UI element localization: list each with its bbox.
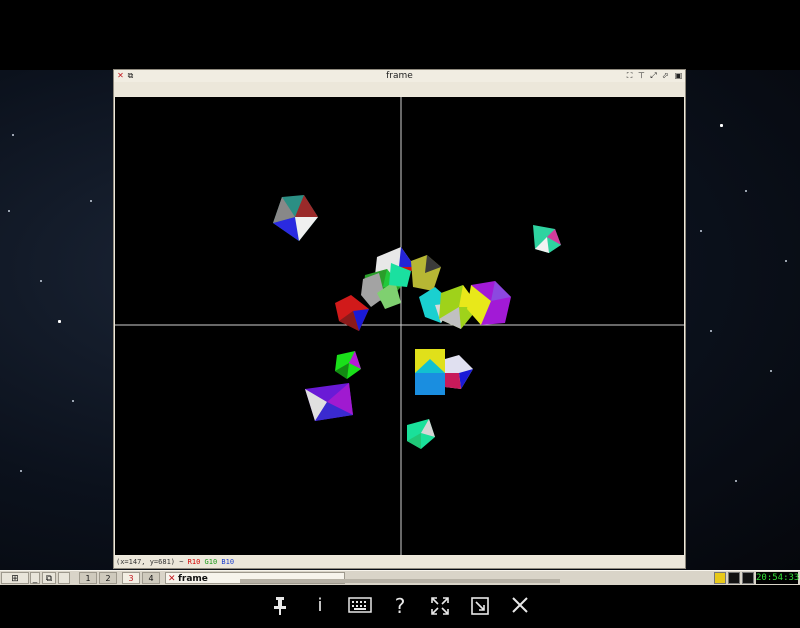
start-menu-button[interactable]: ⊞ [1,572,29,584]
cube-bottom-left [305,383,353,421]
app-icon: ✕ [168,574,176,584]
status-red: R10 [187,558,201,566]
top-black-bar [0,0,800,70]
desktop-1[interactable]: 1 [79,572,97,584]
status-separator: ~ [175,558,188,566]
star [785,260,787,262]
remote-toolbar: i ? [0,585,800,628]
maximize-icon[interactable]: ⛶ [625,71,634,80]
close-icon[interactable] [509,595,531,617]
shade-icon[interactable]: ⤢ [649,71,658,80]
taskbar-scroll[interactable] [240,579,560,583]
desktop-3[interactable]: 3 [122,572,140,584]
star [12,134,14,136]
cube-yellow-blue [415,349,473,395]
keyboard-icon[interactable] [348,595,372,617]
pin-icon[interactable] [269,595,291,617]
task-label: frame [178,574,208,584]
star [710,330,712,332]
star [8,210,10,212]
info-icon[interactable]: i [309,595,331,617]
minimize-all-icon[interactable]: _ [30,572,40,584]
clock: 20:54:33 [756,572,800,584]
help-icon[interactable]: ? [389,595,411,617]
cube-small-green [335,351,361,379]
tray-icon-2[interactable] [728,572,740,584]
maximize-box-icon[interactable]: ▣ [674,71,683,80]
tray-icon-1[interactable] [714,572,726,584]
star [90,200,92,202]
scene-svg [115,97,684,555]
star [40,280,42,282]
star [72,400,74,402]
tray-icon-3[interactable] [742,572,754,584]
fullscreen-icon[interactable] [429,595,451,617]
frame-window[interactable]: ✕ ⧉ frame ⛶ ⊤ ⤢ ⬀ ▣ (x=147, y=681) ~ R10… [113,69,686,569]
window-list-icon[interactable]: ⧉ [42,572,56,584]
window-status-bar: (x=147, y=681) ~ R10 G10 B10 [114,556,685,568]
star [770,370,772,372]
star [700,230,702,232]
star [720,124,723,127]
taskbar: ⊞ _ ⧉ 1 2 3 4 ✕ frame 20:54:33 [0,570,800,585]
star [58,320,61,323]
cube-cluster [335,247,511,331]
window-title: frame [386,71,413,81]
3d-render-canvas[interactable] [115,97,684,555]
status-green: G10 [204,558,218,566]
status-blue: B10 [221,558,235,566]
cube-top-left [273,195,318,241]
fit-window-icon[interactable] [469,595,491,617]
cursor-coords: (x=147, y=681) [116,558,176,566]
star [20,470,22,472]
cube-top-right [533,225,561,253]
desktop-4[interactable]: 4 [142,572,160,584]
pin-icon[interactable]: ⊤ [637,71,646,80]
star [745,190,747,192]
cube-bottom [407,419,435,449]
desktop-2[interactable]: 2 [99,572,117,584]
window-menu-strip [114,82,685,96]
spacer-button[interactable] [58,572,70,584]
iconify-icon[interactable]: ⬀ [661,71,670,80]
star [735,480,737,482]
